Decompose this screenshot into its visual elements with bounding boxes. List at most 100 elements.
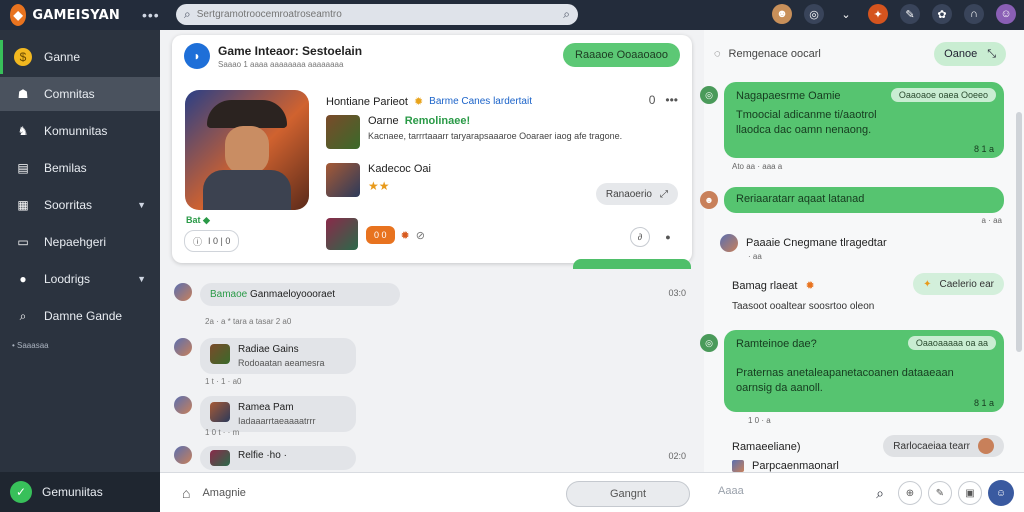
- app-logo[interactable]: ◆ GAMEISYAN: [0, 4, 120, 26]
- card-green-tab[interactable]: [573, 259, 691, 269]
- row-title-link[interactable]: Barme Canes lardertait: [429, 96, 532, 107]
- gift-icon[interactable]: ✿: [932, 4, 952, 24]
- chat-meta: 1 0 · a: [748, 416, 771, 425]
- chat-user-row[interactable]: Paaaie Cnegmane tlragedtar: [720, 234, 887, 252]
- sidebar-item-loodrigs[interactable]: ● Loodrigs ▼: [0, 262, 160, 296]
- chat-message[interactable]: Radiae Gains Rodoaatan aeamesra: [174, 338, 356, 374]
- gem-icon: ◆: [203, 215, 210, 225]
- search-bar[interactable]: ⌕ ⌕: [176, 4, 578, 25]
- menu-dots-icon[interactable]: •••: [142, 7, 160, 23]
- bottom-left[interactable]: ⌂ Amagnie: [182, 485, 246, 501]
- card-pill-button[interactable]: Ranaoerio ⤢: [595, 183, 678, 205]
- sidebar-item-damne-gande[interactable]: ⌕ Damne Gande: [0, 299, 160, 333]
- list-item[interactable]: 0 0 ✹ ⊘: [326, 218, 425, 250]
- sidebar-item-label: Komunnitas: [44, 124, 108, 138]
- chat-time: 03:0: [668, 288, 686, 298]
- attach-icon[interactable]: ⊕: [898, 481, 922, 505]
- avatar: [720, 234, 738, 252]
- right-header-button-label: Oanoe: [944, 48, 978, 60]
- message-input[interactable]: Aaaa: [718, 485, 744, 497]
- sidebar-item-komunnitas[interactable]: ♞ Komunnitas: [0, 114, 160, 148]
- card-row-title: Hontiane Parieot ✹ Barme Canes lardertai…: [326, 95, 532, 109]
- game-app-icon: ◗: [184, 43, 210, 69]
- chat-pill[interactable]: ✦ Caelerio ear: [913, 273, 1004, 295]
- sidebar-item-soorritas[interactable]: ▦ Soorritas ▼: [0, 188, 160, 222]
- bottom-icons: ⌕ ⊕ ✎ ▣ ☺: [876, 480, 1014, 506]
- right-panel: ◌ Remgenace oocarl Oanoe ⤡ ◎ Nagapaesrme …: [700, 30, 1024, 472]
- chat-bubble: Relfie ·ho ·: [200, 446, 356, 470]
- character-icon[interactable]: ✦: [868, 4, 888, 24]
- sidebar-bottom[interactable]: ✓ Gemuniitas: [0, 472, 160, 512]
- more-dots-icon[interactable]: •••: [665, 93, 678, 107]
- search-input[interactable]: [196, 9, 564, 20]
- edit-icon[interactable]: ✎: [900, 4, 920, 24]
- sidebar-item-nepaehgeri[interactable]: ▭ Nepaehgeri: [0, 225, 160, 259]
- row-title-label: Hontiane Parieot: [326, 95, 408, 108]
- fire-icon: ✹: [805, 280, 815, 292]
- chat-title: Relfie ·ho ·: [238, 450, 287, 461]
- bubble-text: Praternas anetaleapanetacoanen dataaeaan…: [736, 367, 954, 394]
- card-subtitle: Saaao 1 aaaa aaaaaaaa aaaaaaaa: [218, 59, 344, 69]
- share-icon[interactable]: ⊘: [416, 229, 425, 242]
- chat-user-name: Ramaeeliane): [732, 441, 801, 453]
- chat-user-row[interactable]: Bamag rlaeat ✹: [732, 279, 815, 293]
- profile-badge-icon[interactable]: ☻: [772, 4, 792, 24]
- list-item[interactable]: Oarne Remolinaee! Kacnaee, tarrrtaaarr t…: [326, 115, 622, 149]
- chat-text: Taasoot ooaltear soosrtoo oleon: [732, 301, 875, 312]
- avatar: [174, 396, 192, 414]
- flame-icon: ✦: [923, 278, 932, 290]
- chevron-down-icon[interactable]: ⌄: [836, 4, 856, 24]
- chat-thumbnail: [210, 344, 230, 364]
- chat-pill[interactable]: Rarlocaeiaa tearr: [883, 435, 1004, 457]
- mini-controls[interactable]: ⓘ I 0 | 0: [184, 230, 240, 252]
- avatar: [174, 446, 192, 464]
- row-more[interactable]: 0 •••: [649, 93, 678, 107]
- link-icon[interactable]: ∂: [630, 227, 650, 247]
- right-header-button[interactable]: Oanoe ⤡: [934, 42, 1006, 66]
- sidebar: $ Ganne ☗ Comnitas ♞ Komunnitas ▤ Bemilas ▦ S…: [0, 30, 160, 512]
- chat-message[interactable]: Bamaoe Ganmaeloyoooraet: [174, 283, 400, 306]
- scrollbar[interactable]: [1016, 112, 1022, 352]
- bottom-pill-button[interactable]: Gangnt: [566, 481, 690, 507]
- game-card: ◗ Game Inteaor: Sestoelain Saaao 1 aaaa …: [172, 35, 692, 269]
- chat-thumbnail: [210, 402, 230, 422]
- home-icon[interactable]: ⌂: [182, 485, 190, 501]
- chat-bubble-green[interactable]: ☻ Reriaaratarr aqaat latanad: [700, 187, 1004, 213]
- building-icon: ▤: [17, 161, 29, 175]
- rating-stars: ★★: [368, 179, 390, 193]
- notification-icon[interactable]: ◎: [804, 4, 824, 24]
- sidebar-item-ganne[interactable]: $ Ganne: [0, 40, 160, 74]
- top-bar: ◆ GAMEISYAN ••• ⌕ ⌕ ☻ ◎ ⌄ ✦ ✎ ✿ ∩ ☺: [0, 0, 1024, 30]
- card-header: ◗ Game Inteaor: Sestoelain Saaao 1 aaaa …: [184, 43, 362, 69]
- edit-icon[interactable]: ✎: [928, 481, 952, 505]
- sidebar-item-bemilas[interactable]: ▤ Bemilas: [0, 151, 160, 185]
- card-action-button[interactable]: Raaaoe Ooaaoaoo: [563, 43, 680, 67]
- chat-message[interactable]: Relfie ·ho ·: [174, 446, 356, 470]
- list-item[interactable]: Kadecoc Oai ★★: [326, 163, 431, 197]
- headset-icon[interactable]: ∩: [964, 4, 984, 24]
- camera-icon[interactable]: ●: [658, 227, 678, 247]
- app-name: GAMEISYAN: [32, 7, 120, 23]
- chat-user-row[interactable]: Ramaeeliane): [732, 441, 800, 453]
- avatar[interactable]: ☺: [988, 480, 1014, 506]
- hero-character-image[interactable]: [185, 90, 309, 210]
- avatar[interactable]: ☺: [996, 4, 1016, 24]
- top-icons: ☻ ◎ ⌄ ✦ ✎ ✿ ∩ ☺: [772, 4, 1016, 24]
- chat-message[interactable]: Ramea Pam Iadaaarrtaeaaaatrrr: [174, 396, 356, 432]
- search-submit-icon[interactable]: ⌕: [563, 7, 570, 22]
- bottom-left-label: Amagnie: [202, 487, 246, 499]
- chat-bubble-green[interactable]: ◎ Nagapaesrme Oamie Oaaoaoe oaea Ooeeo T…: [700, 82, 1004, 158]
- hero-face: [225, 126, 269, 174]
- item-title: Oarne Remolinaee!: [368, 115, 622, 127]
- bubble-footer: 8 1 a: [973, 398, 994, 408]
- chat-bubble-green[interactable]: ◎ Ramteinoe dae? Oaaoaaaaa oa aa Pratern…: [700, 330, 1004, 412]
- gamepad-icon: ☗: [17, 87, 29, 101]
- info-icon[interactable]: ⓘ: [193, 235, 202, 248]
- avatar: [978, 438, 994, 454]
- target-icon: ◌: [714, 48, 721, 60]
- chat-user-row[interactable]: Parpcaenmaonarl: [732, 460, 839, 472]
- image-icon[interactable]: ▣: [958, 481, 982, 505]
- search-icon[interactable]: ⌕: [876, 485, 884, 502]
- orange-pill[interactable]: 0 0: [366, 226, 395, 244]
- sidebar-item-comnitas[interactable]: ☗ Comnitas: [0, 77, 160, 111]
